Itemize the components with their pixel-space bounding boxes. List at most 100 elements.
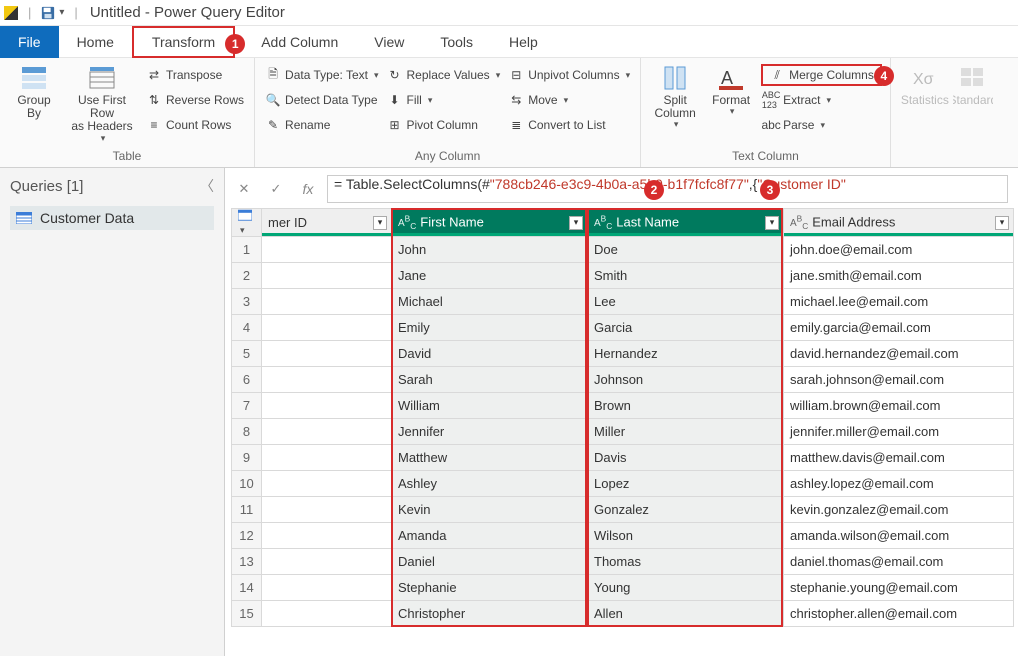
cell-last-name[interactable]: Lopez [588,471,784,497]
unpivot-columns-button[interactable]: ⊟Unpivot Columns▾ [506,64,632,86]
cell-email[interactable]: amanda.wilson@email.com [784,523,1014,549]
cell-email[interactable]: kevin.gonzalez@email.com [784,497,1014,523]
cell-last-name[interactable]: Lee [588,289,784,315]
table-row[interactable]: 11KevinGonzalezkevin.gonzalez@email.com [232,497,1014,523]
cell-first-name[interactable]: Stephanie [392,575,588,601]
standard-button[interactable]: Standard [953,62,993,147]
qat-dropdown-icon[interactable]: ▾ [59,7,64,18]
rename-button[interactable]: ✎Rename [263,114,380,136]
table-row[interactable]: 9MatthewDavismatthew.davis@email.com [232,445,1014,471]
table-corner[interactable]: ▾ [232,209,262,237]
column-header-customer-id[interactable]: mer ID▾ [262,209,392,237]
use-first-row-button[interactable]: Use First Row as Headers ▾ [62,62,142,147]
fx-icon[interactable]: fx [295,176,321,202]
table-row[interactable]: 7WilliamBrownwilliam.brown@email.com [232,393,1014,419]
column-header-first-name[interactable]: ABCFirst Name▾ [392,209,588,237]
tab-view[interactable]: View [356,26,422,58]
extract-button[interactable]: ABC123Extract▾ [761,89,882,111]
cell-first-name[interactable]: Kevin [392,497,588,523]
cell-first-name[interactable]: David [392,341,588,367]
cell-email[interactable]: matthew.davis@email.com [784,445,1014,471]
cell-email[interactable]: michael.lee@email.com [784,289,1014,315]
fill-button[interactable]: ⬇Fill▾ [385,89,503,111]
table-row[interactable]: 8JenniferMillerjennifer.miller@email.com [232,419,1014,445]
cell-customer-id[interactable] [262,497,392,523]
group-by-button[interactable]: Group By [6,62,62,147]
query-item[interactable]: Customer Data [10,206,214,230]
table-row[interactable]: 14StephanieYoungstephanie.young@email.co… [232,575,1014,601]
detect-data-type-button[interactable]: 🔍Detect Data Type [263,89,380,111]
tab-home[interactable]: Home [59,26,132,58]
cell-customer-id[interactable] [262,445,392,471]
cell-first-name[interactable]: Matthew [392,445,588,471]
cell-first-name[interactable]: Emily [392,315,588,341]
cell-last-name[interactable]: Johnson [588,367,784,393]
merge-columns-button[interactable]: ⫽ Merge Columns 4 [761,64,882,86]
table-row[interactable]: 1JohnDoejohn.doe@email.com [232,237,1014,263]
cell-first-name[interactable]: Jane [392,263,588,289]
move-button[interactable]: ⇆Move▾ [506,89,632,111]
tab-transform[interactable]: Transform 1 [132,26,235,58]
cell-first-name[interactable]: Ashley [392,471,588,497]
cell-first-name[interactable]: John [392,237,588,263]
count-rows-button[interactable]: ≡Count Rows [144,114,246,136]
table-row[interactable]: 6SarahJohnsonsarah.johnson@email.com [232,367,1014,393]
cell-last-name[interactable]: Wilson [588,523,784,549]
replace-values-button[interactable]: ↻Replace Values▾ [385,64,503,86]
cell-customer-id[interactable] [262,367,392,393]
cell-first-name[interactable]: Sarah [392,367,588,393]
cell-customer-id[interactable] [262,471,392,497]
cancel-formula-button[interactable]: ✕ [231,176,257,202]
tab-tools[interactable]: Tools [422,26,491,58]
cell-last-name[interactable]: Miller [588,419,784,445]
data-grid[interactable]: ▾ mer ID▾ ABCFirst Name▾ ABCLast Name▾ A… [231,208,1018,656]
cell-first-name[interactable]: Michael [392,289,588,315]
table-row[interactable]: 15ChristopherAllenchristopher.allen@emai… [232,601,1014,627]
cell-email[interactable]: stephanie.young@email.com [784,575,1014,601]
cell-customer-id[interactable] [262,601,392,627]
cell-customer-id[interactable] [262,523,392,549]
statistics-button[interactable]: Χσ Statistics [897,62,953,147]
table-row[interactable]: 12AmandaWilsonamanda.wilson@email.com [232,523,1014,549]
transpose-button[interactable]: ⇄Transpose [144,64,246,86]
table-row[interactable]: 2JaneSmithjane.smith@email.com [232,263,1014,289]
cell-email[interactable]: william.brown@email.com [784,393,1014,419]
cell-customer-id[interactable] [262,419,392,445]
cell-email[interactable]: sarah.johnson@email.com [784,367,1014,393]
column-filter-icon[interactable]: ▾ [765,216,779,230]
collapse-pane-icon[interactable]: 〈 [200,176,214,196]
cell-first-name[interactable]: Daniel [392,549,588,575]
cell-last-name[interactable]: Brown [588,393,784,419]
column-filter-icon[interactable]: ▾ [373,216,387,230]
table-row[interactable]: 4EmilyGarciaemily.garcia@email.com [232,315,1014,341]
formula-input[interactable]: = Table.SelectColumns(#"788cb246-e3c9-4b… [327,175,1008,203]
parse-button[interactable]: abcParse▾ [761,114,882,136]
cell-customer-id[interactable] [262,393,392,419]
tab-add-column[interactable]: Add Column [243,26,356,58]
cell-email[interactable]: daniel.thomas@email.com [784,549,1014,575]
column-header-last-name[interactable]: ABCLast Name▾ [588,209,784,237]
cell-last-name[interactable]: Davis [588,445,784,471]
cell-email[interactable]: christopher.allen@email.com [784,601,1014,627]
cell-email[interactable]: jane.smith@email.com [784,263,1014,289]
cell-customer-id[interactable] [262,315,392,341]
tab-help[interactable]: Help [491,26,556,58]
table-row[interactable]: 5DavidHernandezdavid.hernandez@email.com [232,341,1014,367]
cell-first-name[interactable]: William [392,393,588,419]
cell-email[interactable]: jennifer.miller@email.com [784,419,1014,445]
cell-customer-id[interactable] [262,549,392,575]
cell-first-name[interactable]: Christopher [392,601,588,627]
cell-first-name[interactable]: Jennifer [392,419,588,445]
accept-formula-button[interactable]: ✓ [263,176,289,202]
convert-to-list-button[interactable]: ≣Convert to List [506,114,632,136]
cell-last-name[interactable]: Smith [588,263,784,289]
cell-last-name[interactable]: Young [588,575,784,601]
cell-last-name[interactable]: Garcia [588,315,784,341]
pivot-column-button[interactable]: ⊞Pivot Column [385,114,503,136]
table-row[interactable]: 13DanielThomasdaniel.thomas@email.com [232,549,1014,575]
table-row[interactable]: 3MichaelLeemichael.lee@email.com [232,289,1014,315]
cell-customer-id[interactable] [262,341,392,367]
column-header-email[interactable]: ABCEmail Address▾ [784,209,1014,237]
column-filter-icon[interactable]: ▾ [995,216,1009,230]
cell-customer-id[interactable] [262,575,392,601]
